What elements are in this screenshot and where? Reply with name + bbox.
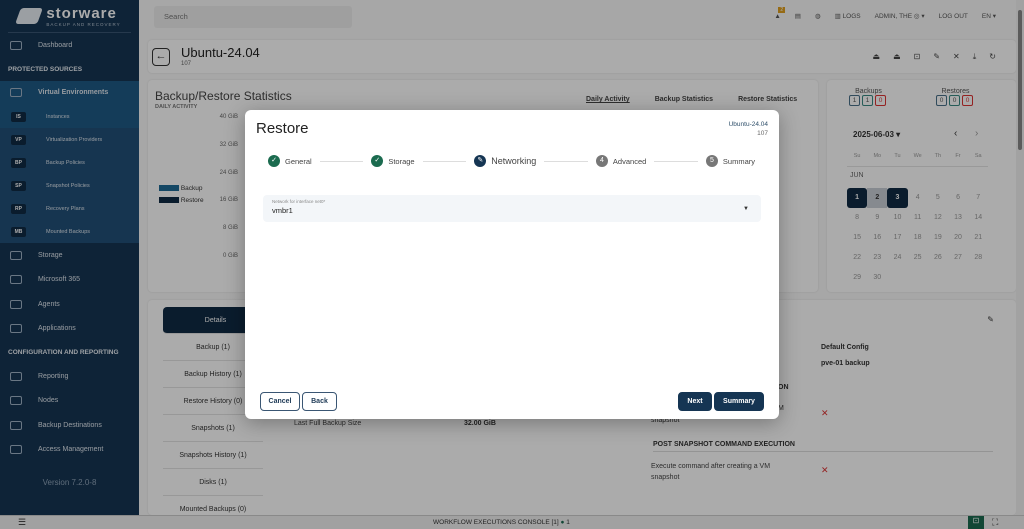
restore-dialog: Restore Ubuntu-24.04 107 ✓ General ✓ Storag… (245, 110, 779, 419)
dialog-title: Restore (256, 120, 309, 137)
pencil-icon: ✎ (474, 155, 487, 167)
cancel-button[interactable]: Cancel (260, 392, 300, 411)
check-icon: ✓ (371, 155, 384, 167)
step-general[interactable]: ✓ General (268, 155, 312, 167)
check-icon: ✓ (268, 155, 280, 167)
back-button[interactable]: Back (302, 392, 337, 411)
step-networking[interactable]: ✎ Networking (474, 155, 536, 167)
network-select[interactable]: Network for interface net0* vmbr1 ▼ (263, 195, 761, 222)
next-button[interactable]: Next (678, 392, 712, 411)
summary-button[interactable]: Summary (714, 392, 764, 411)
dropdown-arrow-icon: ▼ (743, 206, 749, 212)
step-advanced[interactable]: 4 Advanced (595, 155, 646, 167)
step-storage[interactable]: ✓ Storage (371, 155, 415, 167)
step-summary[interactable]: 5 Summary (705, 155, 755, 167)
stepper: ✓ General ✓ Storage ✎ Networking 4 Advanced … (268, 155, 755, 167)
